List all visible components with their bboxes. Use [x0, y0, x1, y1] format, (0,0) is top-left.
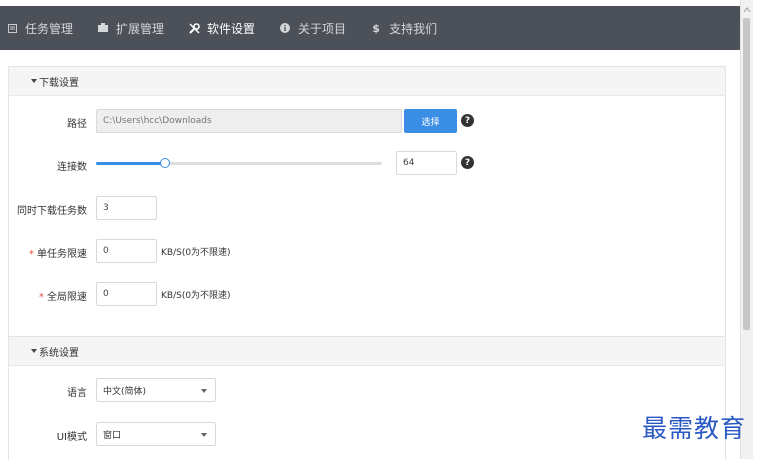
- nav-tab-label: 扩展管理: [116, 21, 165, 36]
- nav-tab-label: 软件设置: [207, 21, 256, 36]
- global-speed-unit: KB/S(0为不限速): [161, 291, 231, 301]
- help-icon[interactable]: ?: [461, 114, 474, 127]
- nav-tab-label: 关于项目: [298, 21, 347, 36]
- required-marker: *: [39, 292, 44, 303]
- global-speed-limit-text: 全局限速: [47, 292, 87, 303]
- download-settings-header[interactable]: 下载设置: [9, 67, 725, 96]
- language-select-value: 中文(简体): [103, 386, 147, 397]
- nav-tab-support[interactable]: $ 支持我们: [362, 6, 453, 50]
- connections-slider-thumb[interactable]: [159, 158, 170, 168]
- scrollbar-thumb[interactable]: [743, 18, 750, 330]
- download-settings-panel: 下载设置 路径 选择 ? 连接数 ? 同时下载任务数 *单任务限速 KB/S(0…: [8, 66, 726, 338]
- info-circle-icon: [279, 22, 291, 34]
- ui-mode-label: UI模式: [56, 432, 87, 443]
- dollar-icon: $: [372, 21, 380, 35]
- language-select[interactable]: 中文(简体): [96, 378, 216, 402]
- choose-path-button[interactable]: 选择: [404, 109, 457, 133]
- help-icon[interactable]: ?: [461, 156, 474, 169]
- top-nav: 任务管理 扩展管理 软件设置 关于项目 $ 支持我们: [0, 6, 740, 50]
- scroll-up-arrow-icon[interactable]: [743, 4, 751, 13]
- concurrent-tasks-label: 同时下载任务数: [17, 206, 87, 217]
- nav-tab-label: 支持我们: [389, 21, 438, 36]
- connections-slider-fill: [96, 162, 165, 165]
- connections-input[interactable]: [396, 151, 457, 175]
- nav-tab-about[interactable]: 关于项目: [271, 6, 362, 50]
- nav-tab-settings[interactable]: 软件设置: [180, 6, 271, 50]
- language-label: 语言: [67, 388, 87, 399]
- system-settings-panel: 系统设置 语言 中文(简体) UI模式 窗口: [8, 336, 726, 460]
- watermark-text: 最需教育: [642, 414, 747, 443]
- ui-mode-select[interactable]: 窗口: [96, 422, 216, 446]
- nav-tab-extensions[interactable]: 扩展管理: [89, 6, 180, 50]
- section-title: 系统设置: [39, 347, 79, 359]
- caret-down-icon: [31, 79, 37, 83]
- chevron-down-icon: [201, 433, 207, 437]
- system-settings-header[interactable]: 系统设置: [9, 337, 725, 366]
- wrench-icon: [188, 22, 200, 34]
- connections-label: 连接数: [57, 162, 87, 173]
- global-speed-limit-label: * 全局限速: [9, 288, 87, 303]
- ui-mode-select-value: 窗口: [103, 430, 122, 441]
- vertical-scrollbar[interactable]: [740, 0, 753, 459]
- nav-tab-tasks[interactable]: 任务管理: [0, 6, 89, 50]
- path-label: 路径: [67, 119, 87, 130]
- chevron-down-icon: [201, 389, 207, 393]
- puzzle-icon: [97, 22, 109, 34]
- nav-tab-label: 任务管理: [25, 21, 74, 36]
- task-speed-limit-label: * 单任务限速: [9, 245, 87, 260]
- task-speed-unit: KB/S(0为不限速): [161, 248, 231, 258]
- caret-down-icon: [31, 349, 37, 353]
- global-speed-limit-input[interactable]: [96, 282, 157, 306]
- list-icon: [6, 22, 18, 34]
- path-input[interactable]: [96, 109, 402, 133]
- task-speed-limit-text: 单任务限速: [37, 249, 87, 260]
- concurrent-tasks-input[interactable]: [96, 196, 157, 220]
- task-speed-limit-input[interactable]: [96, 239, 157, 263]
- required-marker: *: [29, 249, 34, 260]
- section-title: 下载设置: [39, 77, 79, 89]
